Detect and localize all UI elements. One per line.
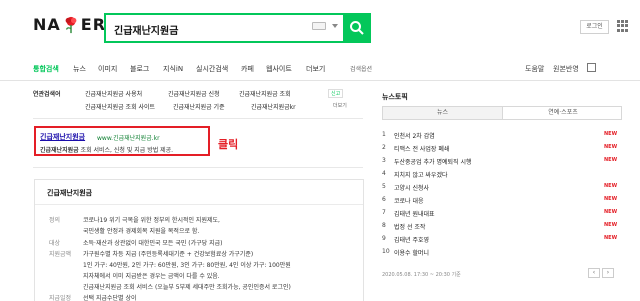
tab-kin[interactable]: 지식iN: [163, 64, 183, 74]
report-badge[interactable]: 신고: [328, 89, 344, 98]
feedback-link[interactable]: 원본반영: [553, 64, 579, 74]
search-icon: [350, 21, 364, 35]
related-item[interactable]: 긴급재난지원금kr: [251, 102, 296, 111]
row-label: 지원금액: [49, 251, 72, 258]
related-item[interactable]: 긴급재난지원금 사용처: [85, 89, 142, 98]
new-badge: NEW: [604, 183, 618, 189]
prev-arrow-icon[interactable]: ‹: [588, 268, 600, 278]
related-item[interactable]: 긴급재난지원금 조회: [239, 89, 291, 98]
row-text: 가구원수별 차등 지급 (주민등록세대기준 + 건강보험료상 가구기준): [83, 251, 254, 258]
new-badge: NEW: [604, 144, 618, 150]
divider: [33, 167, 363, 168]
search-tab-bar: 통합검색 뉴스 이미지 블로그 지식iN 실시간검색 카페 웹사이트 더보기 검…: [0, 57, 640, 81]
news-topic-item[interactable]: 6 코로나 대응 NEW: [382, 196, 622, 208]
ad-title-link[interactable]: 긴급재난지원금: [40, 132, 85, 142]
news-topic-item[interactable]: 10 이용수 할머니: [382, 248, 622, 260]
news-topic-item[interactable]: 9 김태년 주호영 NEW: [382, 235, 622, 247]
more-link[interactable]: 더보기: [333, 102, 347, 109]
new-badge: NEW: [604, 131, 618, 137]
search-options-dropdown[interactable]: 검색옵션: [350, 64, 372, 73]
ad-result[interactable]: 긴급재난지원금 www.긴급재난지원금.kr 긴급재난지원금 조회 서비스, 신…: [34, 126, 210, 156]
row-text: 소득·재산과 상관없이 대한민국 모든 국민 (가구당 지급): [83, 240, 223, 247]
tab-entertainment-sports[interactable]: 연예·스포츠: [503, 107, 623, 119]
search-box: [104, 13, 369, 43]
divider: [33, 118, 363, 119]
click-annotation: 클릭: [218, 138, 239, 151]
ad-url[interactable]: www.긴급재난지원금.kr: [97, 133, 160, 142]
related-searches-label: 연관검색어: [33, 91, 61, 98]
knowledge-panel: 긴급재난지원금 정의 코로나19 위기 극복을 위한 정부의 한시적인 지원제도…: [34, 179, 364, 301]
new-badge: NEW: [604, 157, 618, 163]
tab-website[interactable]: 웹사이트: [266, 64, 292, 74]
chevron-down-icon[interactable]: [332, 24, 338, 28]
row-text: 지자체에서 이미 지급받은 경우는 금액이 다를 수 있음.: [83, 273, 220, 280]
tab-more[interactable]: 더보기: [306, 64, 325, 74]
news-topic-title: 뉴스토픽: [382, 93, 408, 101]
logo-text-right: ER: [80, 15, 107, 34]
help-link[interactable]: 도움말: [525, 64, 544, 74]
header: NA ER 로그인: [0, 0, 640, 56]
related-item[interactable]: 긴급재난지원금 조회 사이트: [85, 102, 155, 111]
ad-description: 긴급재난지원금 조회 서비스, 신청 및 지급 방법 제공.: [40, 145, 173, 154]
related-item[interactable]: 긴급재난지원금 신청: [168, 89, 220, 98]
row-text: 국민생활 안정과 경제회복 지원을 목적으로 함.: [83, 228, 200, 235]
search-input[interactable]: [114, 20, 314, 38]
news-pagination: ‹ ›: [588, 268, 614, 278]
share-icon[interactable]: [587, 63, 596, 72]
row-text: 선택 지급수단별 상이: [83, 295, 137, 301]
ad-desc-rest: 조회 서비스, 신청 및 지급 방법 제공.: [78, 147, 174, 154]
naver-logo[interactable]: NA ER: [33, 15, 106, 34]
ad-desc-keyword: 긴급재난지원금: [40, 147, 79, 154]
tab-integrated[interactable]: 통합검색: [33, 64, 59, 74]
apps-grid-icon[interactable]: [617, 20, 629, 32]
panel-divider: [35, 204, 363, 205]
tab-news-topic[interactable]: 뉴스: [383, 107, 503, 119]
tab-news[interactable]: 뉴스: [73, 64, 86, 74]
row-text: 1인 가구: 40만원, 2인 가구: 60만원, 3인 가구: 80만원, 4…: [83, 262, 291, 269]
row-label: 지급일정: [49, 295, 72, 301]
row-text: 긴급재난지원금 조회 서비스 (오늘부 5부제 세대주만 조회가능, 공인인증서…: [83, 284, 291, 291]
row-text: 코로나19 위기 극복을 위한 정부의 한시적인 지원제도,: [83, 217, 220, 224]
search-button[interactable]: [343, 13, 371, 43]
news-topic-item[interactable]: 8 법정 선 조작 NEW: [382, 222, 622, 234]
news-topic-item[interactable]: 4 지치지 않고 싸우겠다: [382, 170, 622, 182]
news-topic-tabs: 뉴스 연예·스포츠: [382, 106, 622, 120]
news-topic-item[interactable]: 1 인천서 2차 감염 NEW: [382, 131, 622, 143]
related-item[interactable]: 긴급재난지원금 기준: [173, 102, 225, 111]
news-topic-item[interactable]: 2 티맥스 전 사업장 폐쇄 NEW: [382, 144, 622, 156]
logo-text-left: NA: [33, 15, 61, 34]
news-topic-item[interactable]: 3 두산중공업 추가 명예퇴직 시행 NEW: [382, 157, 622, 169]
keyboard-icon[interactable]: [312, 22, 326, 30]
tab-realtime[interactable]: 실시간검색: [196, 64, 228, 74]
tab-images[interactable]: 이미지: [98, 64, 117, 74]
news-topic-item[interactable]: 5 고양시 신청사 NEW: [382, 183, 622, 195]
panel-title: 긴급재난지원금: [47, 189, 93, 197]
tab-blog[interactable]: 블로그: [130, 64, 149, 74]
new-badge: NEW: [604, 196, 618, 202]
carnation-icon: [65, 16, 77, 33]
row-label: 대상: [49, 240, 61, 247]
tab-cafe[interactable]: 카페: [241, 64, 254, 74]
new-badge: NEW: [604, 209, 618, 215]
login-button[interactable]: 로그인: [580, 20, 609, 34]
next-arrow-icon[interactable]: ›: [602, 268, 614, 278]
row-label: 정의: [49, 217, 61, 224]
news-timestamp: 2020.05.08. 17:30 ~ 20:30 기준: [382, 272, 461, 278]
news-topic-item[interactable]: 7 김태년 원내대표 NEW: [382, 209, 622, 221]
new-badge: NEW: [604, 222, 618, 228]
new-badge: NEW: [604, 235, 618, 241]
